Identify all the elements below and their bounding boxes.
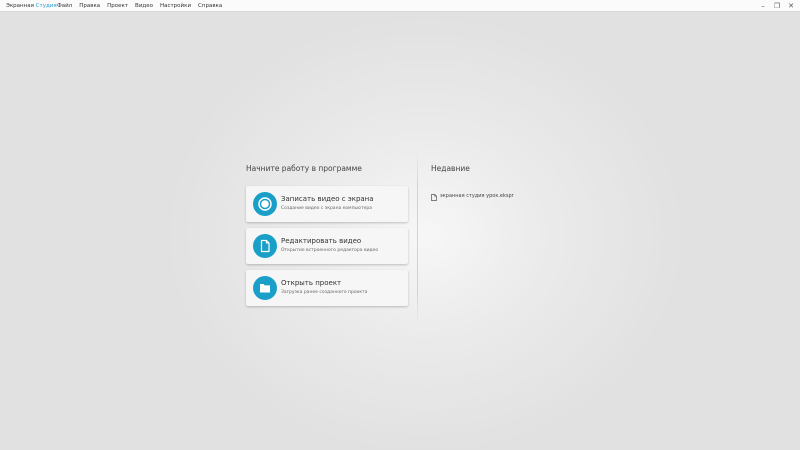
app-title-part1: Экранная [6, 3, 34, 9]
record-video-subtitle: Создание видео с экрана компьютера [281, 206, 372, 211]
edit-video-card[interactable]: Редактировать видео Открытие встроенного… [246, 228, 408, 264]
menu-bar: Файл Правка Проект Видео Настройки Справ… [57, 1, 222, 11]
recent-item-name: экранная студия урок.ekspr [440, 192, 514, 199]
menu-item-project[interactable]: Проект [107, 1, 128, 11]
start-heading: Начните работу в программе [246, 164, 362, 173]
recent-heading: Недавние [431, 164, 470, 173]
menu-item-help[interactable]: Справка [198, 1, 222, 11]
open-project-card[interactable]: Открыть проект Загрузка ранее созданного… [246, 270, 408, 306]
restore-button[interactable]: ❐ [772, 0, 782, 12]
folder-icon [253, 276, 277, 300]
menu-item-settings[interactable]: Настройки [160, 1, 191, 11]
recent-item[interactable]: экранная студия урок.ekspr [431, 186, 514, 205]
title-bar: Экранная Студия Файл Правка Проект Видео… [0, 0, 800, 12]
edit-video-title: Редактировать видео [281, 237, 362, 245]
open-project-subtitle: Загрузка ранее созданного проекта [281, 290, 368, 295]
recent-panel: Недавние экранная студия урок.ekspr [431, 162, 631, 201]
record-video-title: Записать видео с экрана [281, 195, 374, 203]
file-icon [431, 186, 437, 205]
minimize-button[interactable]: – [758, 0, 768, 12]
menu-item-file[interactable]: Файл [57, 1, 72, 11]
app-title: Экранная Студия [6, 1, 57, 11]
record-video-card[interactable]: Записать видео с экрана Создание видео с… [246, 186, 408, 222]
record-icon [253, 192, 277, 216]
window-controls: – ❐ ✕ [758, 0, 796, 12]
edit-video-subtitle: Открытие встроенного редактора видео [281, 248, 379, 253]
menu-item-edit[interactable]: Правка [79, 1, 100, 11]
close-button[interactable]: ✕ [786, 0, 796, 12]
app-title-part2: Студия [35, 3, 57, 9]
menu-item-video[interactable]: Видео [135, 1, 153, 11]
start-panel: Начните работу в программе Записать виде… [246, 162, 408, 306]
document-icon [253, 234, 277, 258]
panel-divider [417, 150, 418, 325]
open-project-title: Открыть проект [281, 279, 342, 287]
